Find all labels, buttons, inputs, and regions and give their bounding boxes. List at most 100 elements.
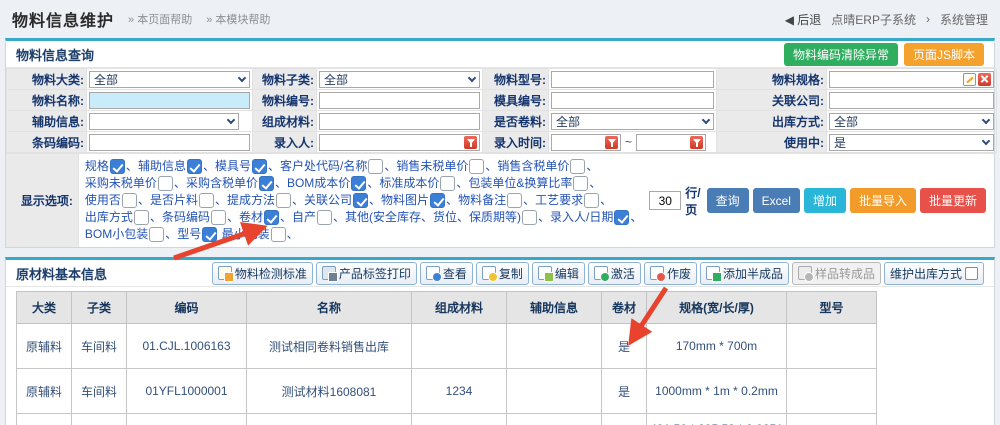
mold-code-input[interactable] bbox=[554, 94, 711, 107]
material-spec-input[interactable] bbox=[832, 73, 961, 86]
aux-info-select-cell bbox=[87, 111, 253, 132]
chevron-down-icon bbox=[468, 73, 476, 81]
maintain-outbound-button-checkbox[interactable] bbox=[965, 267, 978, 280]
page-js-button[interactable]: 页面JS脚本 bbox=[904, 43, 984, 66]
query-form: 物料大类:全部物料子类:全部物料型号:物料规格:物料名称:物料编号:模具编号:关… bbox=[6, 68, 997, 153]
materials-toolbar: 物料检测标准产品标签打印查看复制编辑激活作废添加半成品样品转成品维护出库方式 bbox=[212, 262, 984, 285]
material-code-input[interactable] bbox=[322, 94, 477, 107]
material-model-input[interactable] bbox=[554, 73, 711, 86]
table-cell: 170mm * 700m bbox=[647, 324, 787, 369]
display-option-checkbox[interactable] bbox=[134, 210, 149, 225]
table-cell bbox=[507, 414, 602, 425]
display-option-checkbox[interactable] bbox=[430, 193, 445, 208]
label-print-button[interactable]: 产品标签打印 bbox=[316, 262, 417, 285]
material-model-input-cell bbox=[549, 69, 717, 90]
display-option-checkbox[interactable] bbox=[351, 176, 366, 191]
add-button[interactable]: 增加 bbox=[804, 188, 846, 213]
date-picker-icon[interactable] bbox=[690, 136, 703, 149]
display-option: 销售未税单价 bbox=[396, 159, 485, 173]
breadcrumb-module[interactable]: 系统管理 bbox=[940, 11, 988, 28]
page-size-input[interactable] bbox=[649, 191, 681, 210]
is-roll-select[interactable]: 全部 bbox=[551, 113, 714, 130]
void-button[interactable]: 作废 bbox=[644, 262, 697, 285]
barcode-input[interactable] bbox=[92, 136, 247, 149]
activate-icon bbox=[594, 266, 608, 280]
display-option-checkbox[interactable] bbox=[507, 193, 522, 208]
edit-icon[interactable] bbox=[963, 73, 976, 86]
component-material-input-cell bbox=[317, 111, 483, 132]
display-option-checkbox[interactable] bbox=[573, 176, 588, 191]
display-option: 卷材 bbox=[239, 210, 280, 224]
display-option-checkbox[interactable] bbox=[158, 176, 173, 191]
display-option-checkbox[interactable] bbox=[368, 159, 383, 174]
in-use-select[interactable]: 是 bbox=[829, 134, 994, 151]
display-option-checkbox[interactable] bbox=[440, 176, 455, 191]
table-cell: 是 bbox=[602, 324, 647, 369]
excel-button[interactable]: Excel bbox=[753, 188, 800, 213]
batch-update-button[interactable]: 批量更新 bbox=[920, 188, 986, 213]
component-material-input-label: 组成材料: bbox=[253, 111, 317, 132]
inspect-standard-button[interactable]: 物料检测标准 bbox=[212, 262, 313, 285]
display-option-checkbox[interactable] bbox=[187, 159, 202, 174]
material-category-select[interactable]: 全部 bbox=[89, 71, 250, 88]
outbound-method-select-cell: 全部 bbox=[827, 111, 997, 132]
display-option-checkbox[interactable] bbox=[353, 193, 368, 208]
table-row[interactable]: 原辅料车间料01.CJL.1006163测试相同卷料销售出库是170mm * 7… bbox=[17, 324, 877, 369]
display-option-checkbox[interactable] bbox=[276, 193, 291, 208]
entry-time-range-to[interactable] bbox=[639, 136, 688, 149]
display-option-checkbox[interactable] bbox=[122, 193, 137, 208]
related-company-input[interactable] bbox=[832, 94, 991, 107]
display-option-checkbox[interactable] bbox=[614, 210, 629, 225]
in-use-select-value: 是 bbox=[834, 134, 846, 151]
page-help-link[interactable]: » 本页面帮助 bbox=[128, 11, 192, 27]
breadcrumb-system[interactable]: 点晴ERP子系统 bbox=[831, 11, 916, 28]
module-help-link[interactable]: » 本模块帮助 bbox=[206, 11, 270, 27]
edit-button[interactable]: 编辑 bbox=[532, 262, 585, 285]
display-option-checkbox[interactable] bbox=[271, 227, 286, 242]
date-picker-icon[interactable] bbox=[605, 136, 618, 149]
clear-code-abnormal-button[interactable]: 物料编码清除异常 bbox=[784, 43, 898, 66]
display-option: 销售含税单价 bbox=[497, 159, 586, 173]
page-title: 物料信息维护 bbox=[12, 7, 114, 31]
batch-import-button[interactable]: 批量导入 bbox=[850, 188, 916, 213]
display-option-checkbox[interactable] bbox=[469, 159, 484, 174]
maintain-outbound-button[interactable]: 维护出库方式 bbox=[884, 262, 984, 285]
display-option-checkbox[interactable] bbox=[202, 227, 217, 242]
entry-person-input[interactable] bbox=[322, 136, 462, 149]
display-option-checkbox[interactable] bbox=[252, 159, 267, 174]
display-option-checkbox[interactable] bbox=[317, 210, 332, 225]
display-option-checkbox[interactable] bbox=[199, 193, 214, 208]
display-option: 客户处代码/名称 bbox=[280, 159, 384, 173]
display-option-checkbox[interactable] bbox=[259, 176, 274, 191]
material-subcategory-select[interactable]: 全部 bbox=[319, 71, 480, 88]
table-row[interactable]: 成品金龙02.1002396123否491.56 * 295.58 * 0.02… bbox=[17, 414, 877, 425]
clear-icon[interactable] bbox=[464, 136, 477, 149]
search-button[interactable]: 查询 bbox=[707, 188, 749, 213]
entry-time-range-from[interactable] bbox=[554, 136, 603, 149]
aux-info-select[interactable] bbox=[89, 113, 239, 130]
material-name-input[interactable] bbox=[92, 94, 247, 107]
outbound-method-select[interactable]: 全部 bbox=[829, 113, 994, 130]
display-option-checkbox[interactable] bbox=[211, 210, 226, 225]
top-right-nav: ◀ 后退 点晴ERP子系统 › 系统管理 bbox=[785, 11, 988, 28]
back-button[interactable]: ◀ 后退 bbox=[785, 11, 822, 28]
display-option-checkbox[interactable] bbox=[110, 159, 125, 174]
display-option-checkbox[interactable] bbox=[149, 227, 164, 242]
display-option-checkbox[interactable] bbox=[264, 210, 279, 225]
component-material-input[interactable] bbox=[322, 115, 477, 128]
display-option-checkbox[interactable] bbox=[522, 210, 537, 225]
outbound-method-select-label: 出库方式: bbox=[717, 111, 827, 132]
display-option: 标准成本价 bbox=[379, 176, 456, 190]
column-header: 编码 bbox=[127, 292, 247, 324]
activate-button[interactable]: 激活 bbox=[588, 262, 641, 285]
display-option-checkbox[interactable] bbox=[570, 159, 585, 174]
range-separator: ~ bbox=[623, 135, 634, 149]
table-row[interactable]: 原辅料车间料01YFL1000001测试材料16080811234是1000mm… bbox=[17, 369, 877, 414]
add-semi-product-button[interactable]: 添加半成品 bbox=[700, 262, 789, 285]
view-button[interactable]: 查看 bbox=[420, 262, 473, 285]
delete-icon[interactable] bbox=[978, 73, 991, 86]
column-header: 大类 bbox=[17, 292, 72, 324]
display-option: 是否片料 bbox=[150, 193, 215, 207]
copy-button[interactable]: 复制 bbox=[476, 262, 529, 285]
display-option-checkbox[interactable] bbox=[584, 193, 599, 208]
